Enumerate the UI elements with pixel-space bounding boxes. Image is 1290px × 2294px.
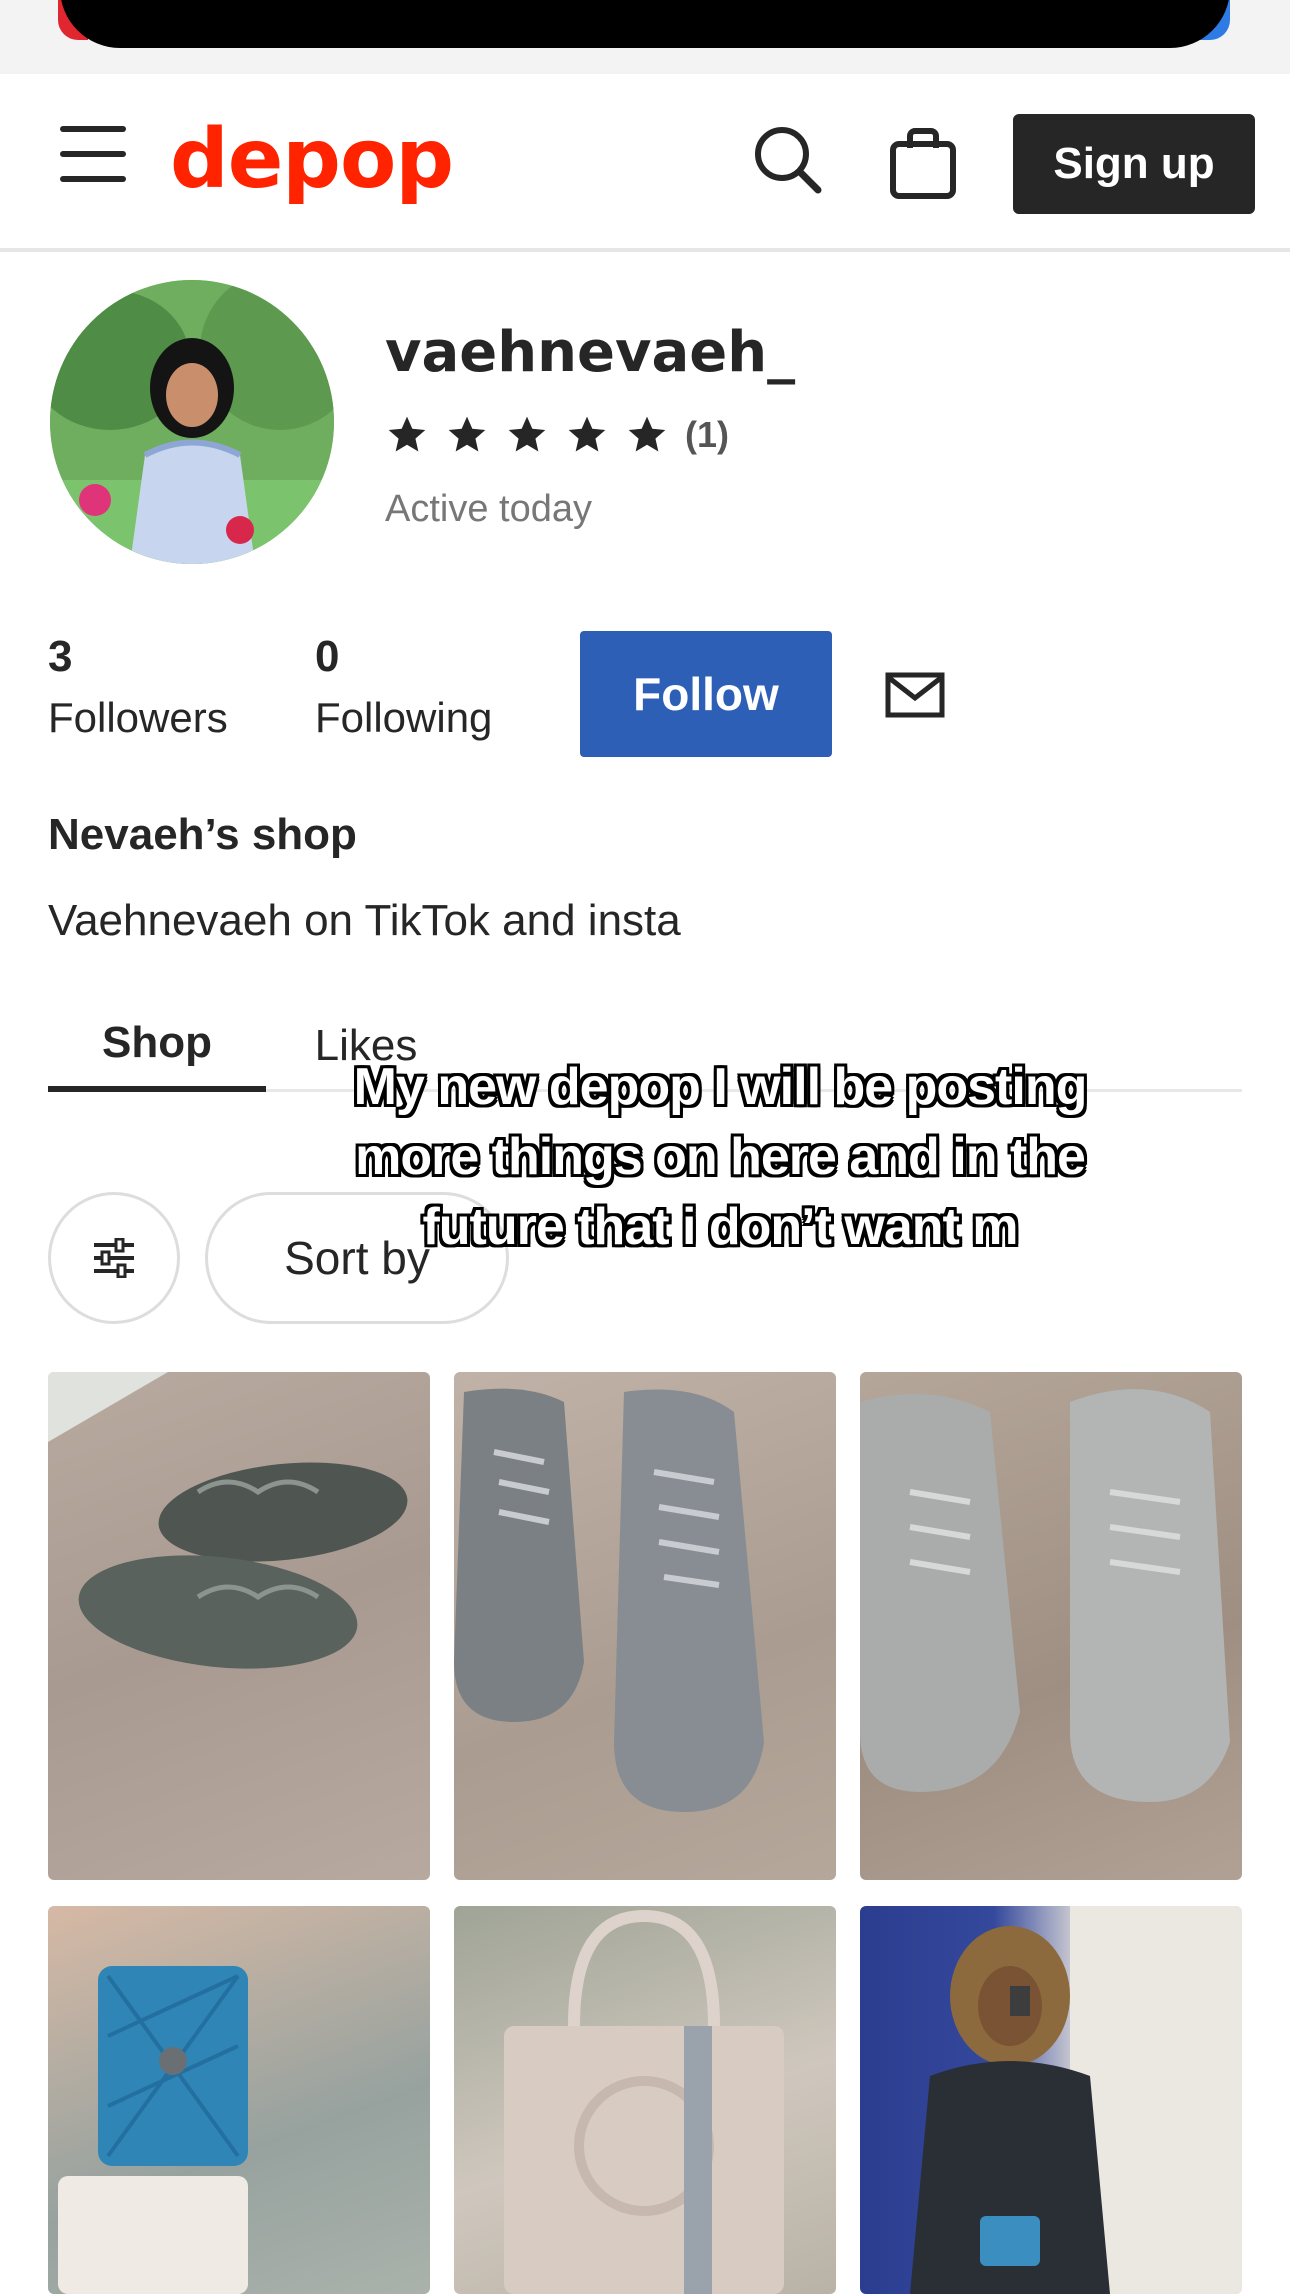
star-icon <box>628 416 666 452</box>
product-tile[interactable] <box>48 1372 430 1880</box>
rating-stars: (1) <box>385 410 729 460</box>
filter-button[interactable] <box>48 1192 180 1324</box>
following-count: 0 <box>315 632 340 681</box>
filter-sliders-icon <box>94 1238 134 1278</box>
menu-icon[interactable] <box>60 126 126 182</box>
product-tile[interactable] <box>860 1906 1242 2294</box>
product-tile[interactable] <box>454 1372 836 1880</box>
status-area <box>0 0 1290 74</box>
followers-label: Followers <box>48 694 228 741</box>
mail-icon[interactable] <box>885 672 945 718</box>
product-image-mirror-selfie <box>910 1906 1242 2294</box>
product-tile[interactable] <box>48 1906 430 2294</box>
username: vaehnevaeh_ <box>385 320 796 385</box>
follow-button[interactable]: Follow <box>580 631 832 757</box>
bag-icon[interactable] <box>888 126 958 200</box>
product-tile[interactable] <box>454 1906 836 2294</box>
active-status: Active today <box>385 488 592 530</box>
product-image-blue-bag <box>58 1966 248 2294</box>
star-icon <box>508 416 546 452</box>
star-icon <box>388 416 426 452</box>
product-image-boots <box>860 1389 1230 1802</box>
followers-stat[interactable]: 3 Followers <box>48 632 228 742</box>
product-image-tote-bag <box>504 1909 784 2294</box>
following-stat[interactable]: 0 Following <box>315 632 492 742</box>
product-tile[interactable] <box>860 1372 1242 1880</box>
following-label: Following <box>315 694 493 741</box>
dynamic-island <box>60 0 1230 48</box>
shop-bio: Vaehnevaeh on TikTok and insta <box>48 896 681 945</box>
shop-name: Nevaeh’s shop <box>48 810 357 859</box>
avatar <box>50 280 334 564</box>
sign-up-button[interactable]: Sign up <box>1013 114 1255 214</box>
site-header: depop Sign up <box>0 74 1290 252</box>
overlay-caption: My new depop I will be posting more thin… <box>353 1058 1088 1256</box>
search-icon[interactable] <box>752 124 822 194</box>
rating-count[interactable]: (1) <box>685 414 729 456</box>
product-image-sneakers-1 <box>48 1372 408 1669</box>
tab-shop[interactable]: Shop <box>48 1000 266 1092</box>
star-icon <box>448 416 486 452</box>
star-icon <box>568 416 606 452</box>
product-image-sneakers-2 <box>454 1388 764 1812</box>
followers-count: 3 <box>48 632 73 681</box>
depop-logo[interactable]: depop <box>170 112 454 207</box>
